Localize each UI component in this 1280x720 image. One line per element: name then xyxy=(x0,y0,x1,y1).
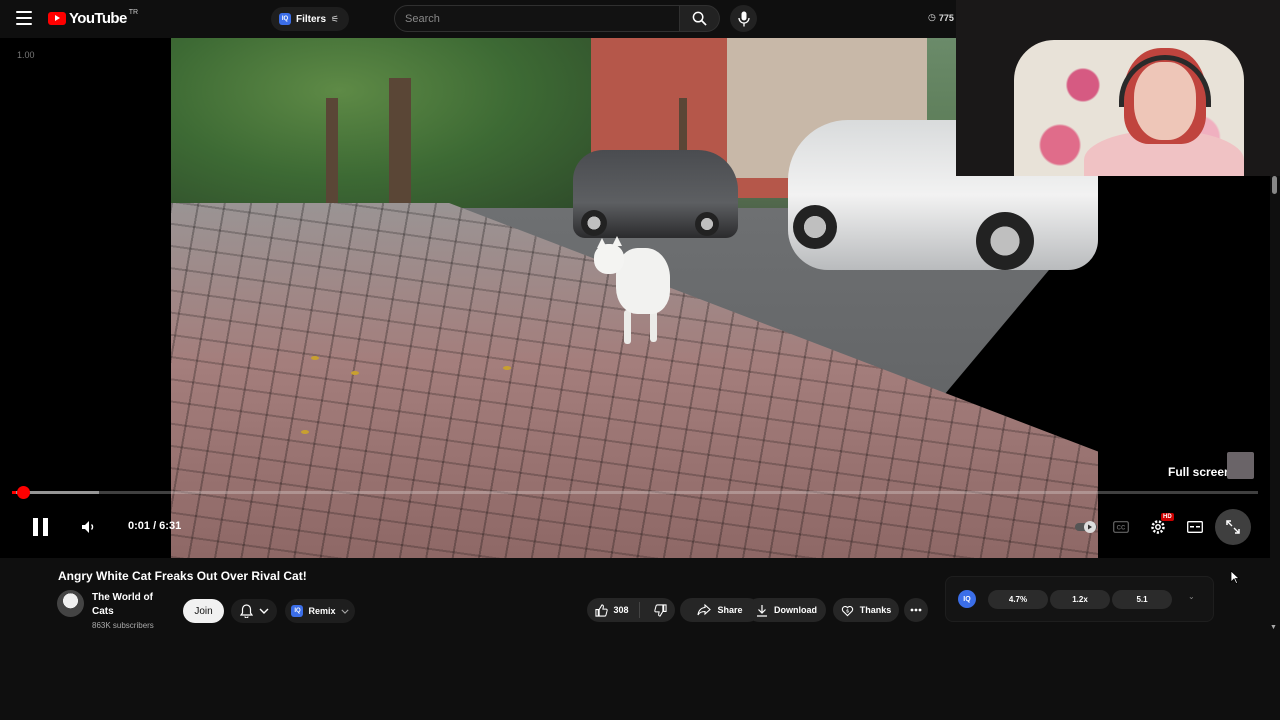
thanks-heart-icon: $ xyxy=(841,605,853,616)
scene-trees xyxy=(171,38,591,213)
playback-speed-label: 1.00 xyxy=(17,50,35,60)
scene-leaf xyxy=(503,366,511,370)
search-button[interactable] xyxy=(680,5,720,32)
scene-leaf xyxy=(351,371,359,375)
scene-wheel xyxy=(976,212,1034,270)
thanks-label: Thanks xyxy=(859,605,892,615)
channel-watermark[interactable] xyxy=(1227,452,1254,479)
search-input[interactable]: Search xyxy=(394,5,680,32)
scene-leaf xyxy=(311,356,319,360)
scene-grey-car xyxy=(573,150,738,238)
download-label: Download xyxy=(774,605,817,615)
logo-text: YouTube xyxy=(69,10,127,27)
clock-icon: ◷ xyxy=(928,12,936,22)
autoplay-icon xyxy=(1075,521,1097,533)
chevron-down-icon xyxy=(259,608,268,614)
remix-label: Remix xyxy=(308,606,336,616)
like-count: 308 xyxy=(613,605,629,615)
thanks-button[interactable]: $ Thanks xyxy=(833,598,899,622)
gear-icon xyxy=(1151,520,1165,534)
youtube-logo[interactable]: YouTube TR xyxy=(48,9,139,27)
chevron-down-icon[interactable]: ⌄ xyxy=(1188,592,1195,601)
thumbs-down-icon xyxy=(653,603,667,617)
extension-counter[interactable]: ◷ 775 xyxy=(928,12,954,23)
dislike-button[interactable] xyxy=(646,603,675,617)
iq-stats-panel: IQ 4.7% 1.2x 5.1 ⌄ xyxy=(945,576,1214,622)
fullscreen-icon xyxy=(1226,520,1240,534)
logo-region: TR xyxy=(128,9,139,16)
webcam-overlay xyxy=(956,0,1280,176)
cat-leg xyxy=(624,310,631,344)
progress-played xyxy=(12,491,16,494)
filters-button[interactable]: IQ Filters ⚟ xyxy=(271,7,350,31)
search-icon xyxy=(692,11,707,26)
hamburger-menu-icon[interactable] xyxy=(16,11,32,25)
counter-value: 775 xyxy=(938,12,954,23)
scene-leaf xyxy=(301,430,309,434)
time-display: 0:01 / 6:31 xyxy=(128,520,182,532)
theater-mode-button[interactable] xyxy=(1180,512,1210,542)
iq-extension-icon: IQ xyxy=(291,605,304,617)
scene-wheel xyxy=(695,212,719,236)
volume-icon xyxy=(82,521,94,533)
filters-label: Filters xyxy=(296,13,327,25)
join-button[interactable]: Join xyxy=(183,599,224,623)
notification-bell-button[interactable] xyxy=(231,599,277,623)
subscriber-count: 863K subscribers xyxy=(92,621,154,630)
stat-chip[interactable]: 1.2x xyxy=(1050,590,1110,609)
page-scrollbar-thumb[interactable] xyxy=(1272,176,1277,194)
autoplay-toggle[interactable] xyxy=(1072,512,1102,542)
hd-badge: HD xyxy=(1161,513,1174,521)
progress-scrubber-handle[interactable] xyxy=(17,486,31,499)
scene-wheel xyxy=(581,210,607,236)
download-button[interactable]: Download xyxy=(747,598,826,622)
share-label: Share xyxy=(717,605,743,615)
miniplayer-icon xyxy=(1187,521,1203,533)
fullscreen-tooltip-text: Full screen xyxy=(1168,465,1232,479)
sliders-icon: ⚟ xyxy=(331,13,340,24)
scroll-down-arrow-icon[interactable]: ▼ xyxy=(1270,624,1277,631)
volume-button[interactable] xyxy=(80,518,98,536)
scene-white-cat xyxy=(594,236,674,348)
fullscreen-button[interactable] xyxy=(1215,509,1251,545)
svg-text:$: $ xyxy=(846,608,849,613)
more-horizontal-icon xyxy=(910,608,922,612)
bell-icon xyxy=(239,604,253,618)
download-icon xyxy=(757,604,767,617)
pause-button[interactable] xyxy=(31,518,49,536)
video-title: Angry White Cat Freaks Out Over Rival Ca… xyxy=(58,569,307,583)
channel-name[interactable]: The World of Cats xyxy=(92,591,172,619)
svg-text:CC: CC xyxy=(1117,526,1126,532)
share-icon xyxy=(697,604,712,616)
stat-chip[interactable]: 5.1 xyxy=(1112,590,1172,609)
like-button[interactable]: 308 xyxy=(587,602,640,618)
chevron-down-icon xyxy=(340,609,349,614)
remix-button[interactable]: IQ Remix xyxy=(285,599,355,623)
stat-chip[interactable]: 4.7% xyxy=(988,590,1048,609)
thumbs-up-icon xyxy=(595,603,609,617)
youtube-play-icon xyxy=(48,12,66,25)
subtitles-button[interactable]: CC xyxy=(1106,512,1136,542)
microphone-icon xyxy=(737,11,750,26)
channel-avatar[interactable] xyxy=(57,590,84,617)
cat-head xyxy=(594,244,624,274)
iq-badge-icon[interactable]: IQ xyxy=(958,590,976,608)
mouse-cursor-icon xyxy=(1230,570,1240,584)
search-placeholder: Search xyxy=(405,12,440,25)
iq-extension-icon: IQ xyxy=(279,13,291,25)
progress-bar[interactable] xyxy=(12,491,1258,494)
more-actions-button[interactable] xyxy=(904,598,928,622)
scene-wheel xyxy=(793,205,837,249)
cat-body xyxy=(616,248,670,314)
like-dislike-group: 308 xyxy=(587,598,675,622)
scene-tree-trunk xyxy=(326,98,338,208)
cc-icon: CC xyxy=(1113,521,1129,533)
voice-search-button[interactable] xyxy=(730,5,757,32)
